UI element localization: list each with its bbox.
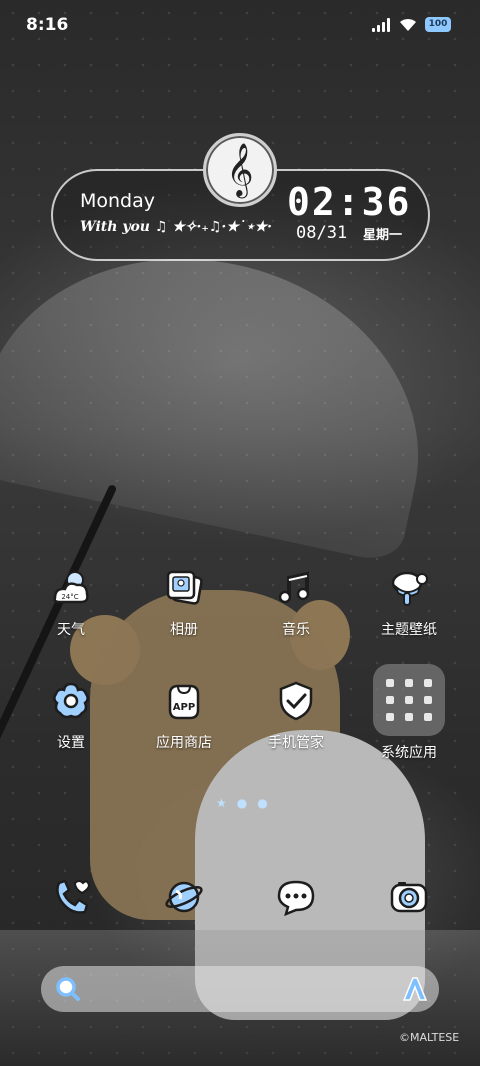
widget-date: 08/31 (296, 223, 348, 243)
search-bar[interactable] (41, 966, 439, 1012)
app-label: 相册 (170, 622, 198, 638)
app-label: 应用商店 (156, 735, 212, 751)
gallery-icon (161, 565, 207, 611)
widget-day: Monday (80, 190, 156, 212)
weather-icon: 24°C (48, 565, 94, 611)
app-label: 音乐 (282, 622, 310, 638)
security-icon (273, 678, 319, 724)
app-label: 设置 (57, 735, 85, 751)
app-music[interactable]: 音乐 (246, 565, 346, 639)
page-dot-active-icon: ★ (216, 796, 227, 810)
battery-icon: 100 (425, 17, 451, 32)
app-store[interactable]: APP 应用商店 (134, 678, 234, 752)
assistant-icon[interactable] (401, 975, 429, 1003)
system-folder-icon (373, 664, 445, 736)
page-dot-icon: ● (257, 796, 268, 810)
treble-clef-icon: 𝄞 (203, 133, 277, 207)
browser-icon[interactable] (161, 874, 207, 920)
page-indicator[interactable]: ★ ● ● (216, 796, 268, 810)
app-gallery[interactable]: 相册 (134, 565, 234, 639)
weather-temp: 24°C (61, 593, 78, 601)
music-icon (273, 565, 319, 611)
messages-icon[interactable] (273, 874, 319, 920)
theme-icon (386, 565, 432, 611)
widget-caption: With you ♫ ★✧·₊♫·★˙⋆★· (80, 219, 272, 235)
app-label: 系统应用 (381, 745, 437, 761)
settings-icon (48, 678, 94, 724)
app-label: 手机管家 (268, 735, 324, 751)
app-store-badge: APP (173, 702, 195, 713)
wifi-icon (400, 18, 416, 31)
app-system-folder[interactable]: 系统应用 (359, 664, 459, 762)
app-label: 天气 (57, 622, 85, 638)
copyright-text: ©MALTESE (399, 1031, 460, 1044)
app-label: 主题壁纸 (381, 622, 437, 638)
app-weather[interactable]: 24°C 天气 (21, 565, 121, 639)
camera-icon[interactable] (386, 874, 432, 920)
status-bar: 8:16 100 (0, 0, 480, 50)
search-icon[interactable] (55, 976, 81, 1002)
status-time: 8:16 (26, 15, 69, 35)
widget-clock: 02:36 (287, 180, 412, 224)
phone-icon[interactable] (48, 874, 94, 920)
app-store-icon: APP (161, 678, 207, 724)
widget-weekday: 星期一 (363, 228, 403, 243)
app-themes[interactable]: 主题壁纸 (359, 565, 459, 639)
app-settings[interactable]: 设置 (21, 678, 121, 752)
app-security[interactable]: 手机管家 (246, 678, 346, 752)
page-dot-icon: ● (236, 796, 248, 810)
wallpaper-umbrella (0, 219, 453, 565)
signal-icon (372, 18, 390, 32)
